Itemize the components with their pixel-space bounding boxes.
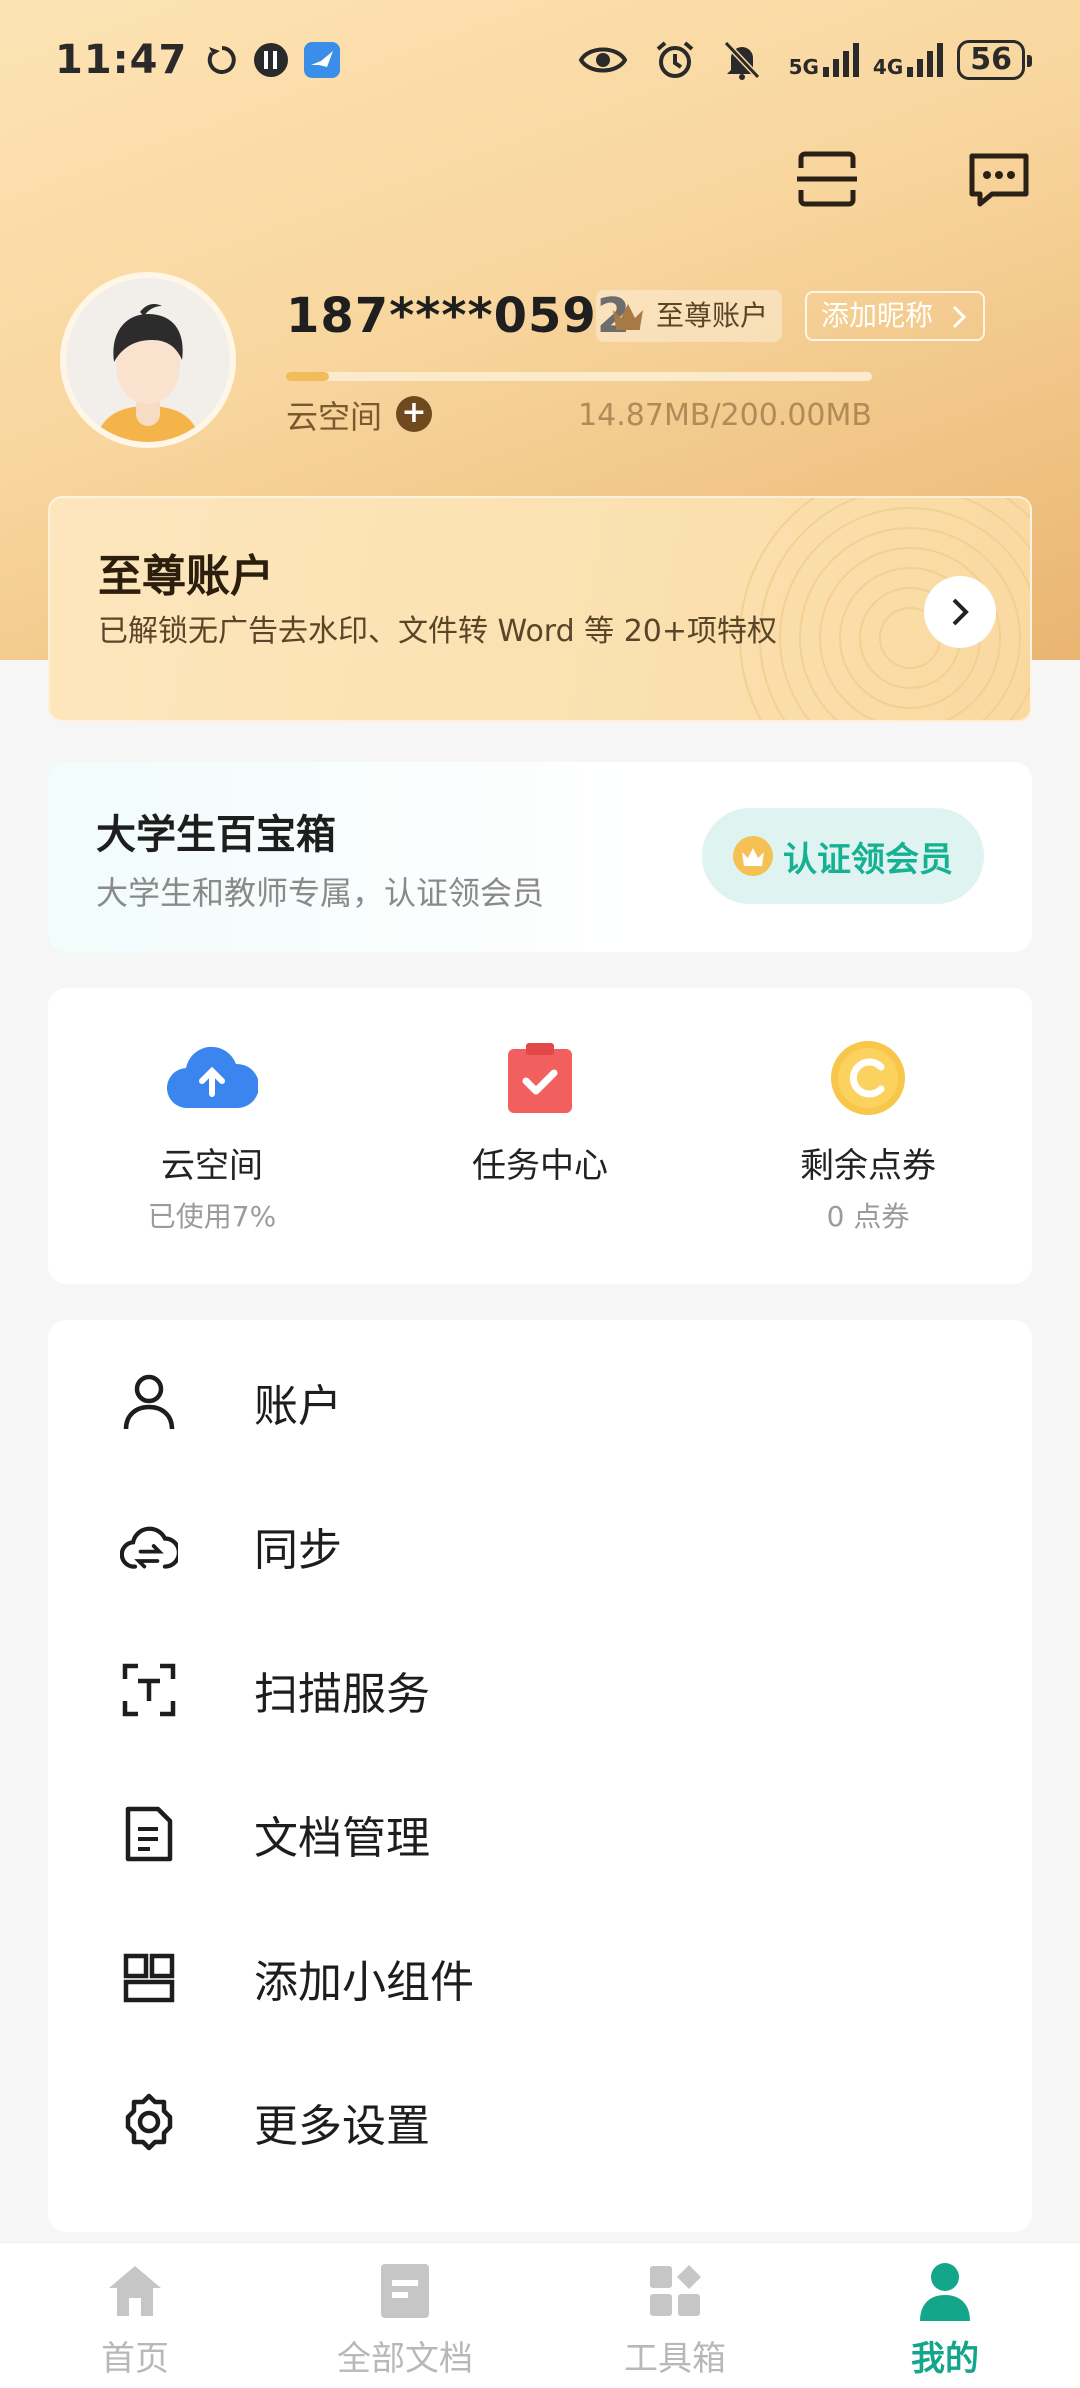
- scan-button[interactable]: [796, 148, 858, 210]
- add-storage-button[interactable]: +: [396, 396, 432, 432]
- storage-progress-fill: [286, 372, 330, 381]
- menu-item-label: 添加小组件: [254, 1957, 474, 2008]
- menu-item-label: 文档管理: [254, 1813, 430, 1864]
- stat-cloud-space[interactable]: 云空间 已使用7%: [48, 988, 376, 1284]
- messages-button[interactable]: [968, 148, 1030, 210]
- phone-number: 187****0592: [286, 288, 632, 344]
- scan-icon: [797, 151, 857, 207]
- cloud-sync-icon: [120, 1517, 178, 1575]
- avatar-illustration: [66, 278, 230, 442]
- crown-icon: [613, 304, 643, 330]
- menu-item-document-management[interactable]: 文档管理: [48, 1762, 1032, 1906]
- chevron-right-icon: [952, 598, 969, 626]
- net-type-label: 4G: [872, 55, 904, 79]
- stat-task-center[interactable]: 任务中心: [376, 988, 704, 1284]
- alarm-icon: [655, 40, 695, 80]
- stat-label: 任务中心: [472, 1146, 608, 1186]
- menu-item-label: 更多设置: [254, 2101, 430, 2152]
- page: 11:47 5G 4G 56 187****0592 至尊账户 添加昵称 云空间…: [0, 0, 1080, 2388]
- student-description: 大学生和教师专属，认证领会员: [96, 874, 545, 912]
- settings-menu: 账户 同步 扫描服务 文档管理 添加小组件 更多设置: [48, 1320, 1032, 2232]
- premium-card[interactable]: 至尊账户 已解锁无广告去水印、文件转 Word 等 20+项特权: [48, 496, 1032, 722]
- tier-badge-label: 至尊账户: [656, 299, 769, 332]
- signal-5g: 5G: [789, 43, 859, 77]
- menu-item-sync[interactable]: 同步: [48, 1474, 1032, 1618]
- verify-membership-button[interactable]: 认证领会员: [702, 808, 984, 904]
- signal-4g: 4G: [872, 43, 944, 79]
- status-bar: 11:47 5G 4G 56: [0, 0, 1080, 120]
- sync-status-icon: [205, 43, 239, 77]
- eye-icon: [578, 44, 627, 76]
- nav-label: 全部文档: [337, 2339, 473, 2379]
- signal-bars-icon: [907, 43, 944, 77]
- nav-home[interactable]: 首页: [0, 2243, 270, 2388]
- widget-icon: [120, 1949, 178, 2007]
- storage-label: 云空间: [286, 398, 383, 436]
- stat-remaining-coupons[interactable]: 剩余点券 0 点券: [704, 988, 1032, 1284]
- menu-item-label: 同步: [254, 1525, 342, 1576]
- message-icon: [969, 153, 1029, 207]
- nav-toolbox[interactable]: 工具箱: [540, 2243, 810, 2388]
- menu-item-scan-service[interactable]: 扫描服务: [48, 1618, 1032, 1762]
- app-notification-icon: [253, 42, 289, 78]
- stats-card: 云空间 已使用7% 任务中心 剩余点券 0 点券: [48, 988, 1032, 1284]
- documents-icon: [375, 2261, 435, 2321]
- medal-icon: [733, 836, 773, 876]
- nav-all-documents[interactable]: 全部文档: [270, 2243, 540, 2388]
- stat-sub: 0 点券: [826, 1200, 910, 1233]
- add-nickname-button[interactable]: 添加昵称: [805, 291, 986, 341]
- menu-item-add-widget[interactable]: 添加小组件: [48, 1906, 1032, 2050]
- chevron-right-icon: [952, 305, 967, 329]
- premium-arrow-button[interactable]: [924, 576, 996, 648]
- status-time: 11:47: [55, 37, 188, 83]
- document-icon: [120, 1805, 178, 1863]
- status-right-group: 5G 4G 56: [578, 40, 1032, 80]
- menu-item-more-settings[interactable]: 更多设置: [48, 2050, 1032, 2194]
- nav-label: 工具箱: [624, 2339, 726, 2379]
- menu-item-label: 扫描服务: [254, 1669, 430, 1720]
- menu-item-label: 账户: [254, 1381, 342, 1432]
- top-actions: [796, 148, 1030, 210]
- student-card[interactable]: 大学生百宝箱 大学生和教师专属，认证领会员 认证领会员: [48, 762, 1032, 952]
- verify-membership-label: 认证领会员: [783, 839, 953, 880]
- nav-label: 首页: [101, 2339, 169, 2379]
- premium-description: 已解锁无广告去水印、文件转 Word 等 20+项特权: [98, 614, 778, 649]
- toolbox-icon: [645, 2261, 705, 2321]
- stat-label: 剩余点券: [800, 1146, 936, 1186]
- storage-progress-bar: [286, 372, 872, 381]
- nav-label: 我的: [911, 2339, 979, 2379]
- menu-item-account[interactable]: 账户: [48, 1330, 1032, 1474]
- tier-badge[interactable]: 至尊账户: [596, 290, 783, 342]
- bottom-navigation: 首页 全部文档 工具箱 我的: [0, 2242, 1080, 2388]
- gear-icon: [120, 2093, 178, 2151]
- bird-app-icon: [303, 41, 341, 79]
- nav-mine[interactable]: 我的: [810, 2243, 1080, 2388]
- profile-icon: [915, 2261, 975, 2321]
- net-type-label: 5G: [788, 55, 819, 79]
- avatar[interactable]: [60, 272, 236, 448]
- scan-text-icon: [120, 1661, 178, 1719]
- user-icon: [120, 1373, 178, 1431]
- home-icon: [105, 2261, 165, 2321]
- student-title: 大学生百宝箱: [96, 812, 336, 858]
- premium-title: 至尊账户: [98, 551, 274, 602]
- cloud-upload-icon: [164, 1038, 260, 1118]
- stat-sub: 已使用7%: [147, 1200, 277, 1233]
- task-check-icon: [492, 1038, 588, 1118]
- stat-label: 云空间: [161, 1146, 263, 1186]
- mute-bell-icon: [723, 40, 761, 80]
- add-nickname-label: 添加昵称: [821, 299, 934, 332]
- coin-icon: [820, 1038, 916, 1118]
- storage-value: 14.87MB/200.00MB: [578, 398, 872, 433]
- battery-indicator: 56: [957, 40, 1032, 80]
- signal-bars-icon: [822, 43, 859, 77]
